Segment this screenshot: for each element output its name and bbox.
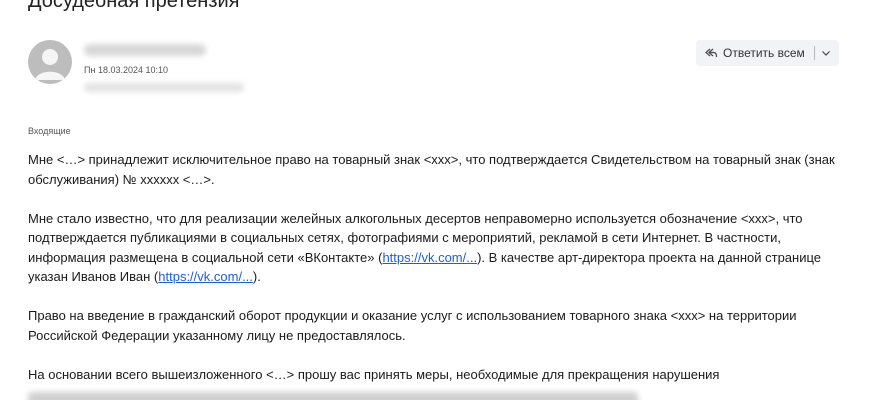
reply-all-icon <box>705 48 718 58</box>
paragraph-3: Право на введение в гражданский оборот п… <box>28 308 797 343</box>
vk-link-1[interactable]: https://vk.com/... <box>382 250 477 265</box>
button-divider <box>813 46 815 60</box>
folder-label: Входящие <box>28 126 71 136</box>
vk-link-2[interactable]: https://vk.com/... <box>158 269 253 284</box>
paragraph-2-text-c: ). <box>252 269 261 284</box>
sender-name-redacted[interactable] <box>84 44 206 56</box>
reply-all-button[interactable]: Ответить всем <box>696 40 839 66</box>
email-subject: Досудебная претензия <box>28 0 240 12</box>
paragraph-2: Мне стало известно, что для реализации ж… <box>28 209 848 287</box>
paragraph-1: Мне <…> принадлежит исключительное право… <box>28 152 835 187</box>
body-continuation-blurred <box>28 392 638 400</box>
paragraph-4: На основании всего вышеизложенного <…> п… <box>28 366 720 382</box>
email-header: Пн 18.03.2024 10:10 Ответить всем <box>28 36 848 106</box>
chevron-down-icon[interactable] <box>821 48 831 58</box>
user-avatar-icon <box>35 49 65 80</box>
avatar[interactable] <box>28 40 72 84</box>
reply-all-label: Ответить всем <box>723 46 805 60</box>
email-body: Мне <…> принадлежит исключительное право… <box>28 150 848 400</box>
recipients-redacted[interactable] <box>84 83 244 92</box>
email-date: Пн 18.03.2024 10:10 <box>84 65 169 75</box>
